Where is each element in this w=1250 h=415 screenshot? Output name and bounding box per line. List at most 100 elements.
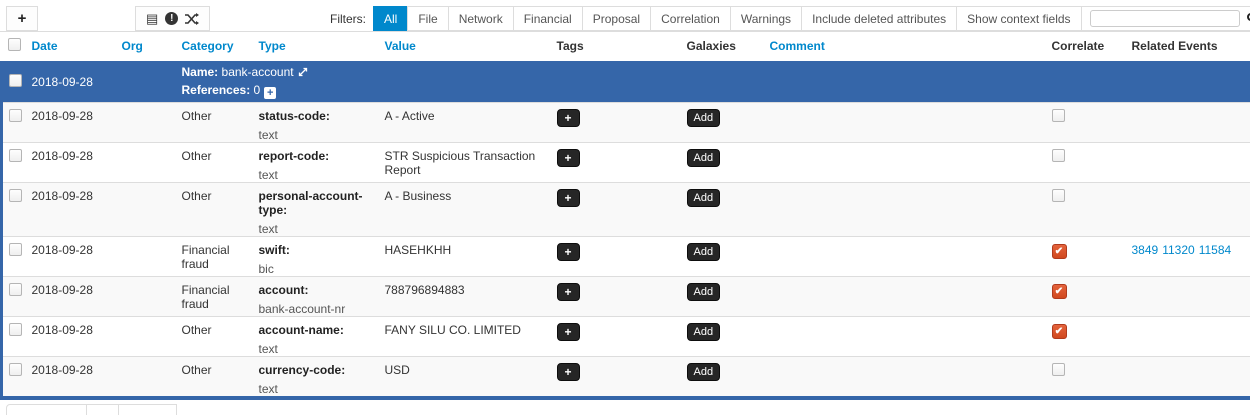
- related-events-cell: [1126, 277, 1250, 317]
- filter-tab-correlation[interactable]: Correlation: [650, 6, 731, 31]
- attribute-row: 2018-09-28 Other account-name: text FANY…: [2, 317, 1250, 357]
- correlate-checkbox[interactable]: ✔: [1052, 284, 1067, 299]
- add-tag-button[interactable]: +: [557, 283, 580, 301]
- column-header-correlate: Correlate: [1046, 32, 1126, 61]
- attribute-comment: [764, 317, 1046, 357]
- row-checkbox[interactable]: [9, 74, 22, 87]
- object-expand-icon[interactable]: [298, 65, 308, 82]
- add-galaxy-button[interactable]: Add: [687, 363, 721, 381]
- attribute-date: 2018-09-28: [26, 143, 116, 183]
- related-events-cell: [1126, 357, 1250, 399]
- add-galaxy-button[interactable]: Add: [687, 283, 721, 301]
- filter-tabs: AllFileNetworkFinancialProposalCorrelati…: [374, 6, 1082, 31]
- filter-tab-all[interactable]: All: [373, 6, 408, 31]
- add-galaxy-button[interactable]: Add: [687, 109, 721, 127]
- pagination-next[interactable]: next »: [118, 404, 177, 415]
- select-all-checkbox[interactable]: [8, 38, 21, 51]
- attribute-category: Other: [176, 183, 253, 237]
- correlate-checkbox[interactable]: [1052, 363, 1065, 376]
- add-tag-button[interactable]: +: [557, 243, 580, 261]
- related-event-link[interactable]: 11584: [1199, 243, 1231, 257]
- attribute-date: 2018-09-28: [26, 103, 116, 143]
- attribute-type: report-code:: [259, 149, 379, 163]
- correlate-checkbox[interactable]: ✔: [1052, 244, 1067, 259]
- toolbar-icon-group: ▤ !: [135, 6, 210, 31]
- column-header-date[interactable]: Date: [26, 32, 116, 61]
- attribute-category: Other: [176, 317, 253, 357]
- filter-tab-proposal[interactable]: Proposal: [582, 6, 651, 31]
- add-reference-icon[interactable]: +: [264, 87, 276, 99]
- pagination-previous[interactable]: « previous: [6, 404, 87, 415]
- search-icon[interactable]: [1246, 12, 1250, 26]
- attribute-type-sub: text: [259, 382, 379, 396]
- attribute-comment: [764, 103, 1046, 143]
- filter-tab-financial[interactable]: Financial: [513, 6, 583, 31]
- column-header-category[interactable]: Category: [176, 32, 253, 61]
- add-tag-button[interactable]: +: [557, 363, 580, 381]
- column-header-type[interactable]: Type: [253, 32, 379, 61]
- filter-tab-warnings[interactable]: Warnings: [730, 6, 802, 31]
- pagination-current-page[interactable]: 1: [86, 404, 119, 415]
- warning-exclamation-icon[interactable]: !: [165, 12, 178, 25]
- related-event-link[interactable]: 3849: [1132, 243, 1159, 257]
- row-checkbox[interactable]: [9, 323, 22, 336]
- attribute-value: USD: [379, 357, 551, 399]
- toolbar: + ▤ ! Filters: AllFileNetworkFinancialPr…: [0, 0, 1250, 32]
- attribute-comment: [764, 237, 1046, 277]
- related-events-cell: [1126, 103, 1250, 143]
- attribute-value: 788796894883: [379, 277, 551, 317]
- column-header-galaxies: Galaxies: [681, 32, 764, 61]
- attribute-category: Other: [176, 143, 253, 183]
- correlate-checkbox[interactable]: [1052, 149, 1065, 162]
- filters-bar: Filters: AllFileNetworkFinancialProposal…: [330, 6, 1250, 31]
- filter-tab-include-deleted-attributes[interactable]: Include deleted attributes: [801, 6, 957, 31]
- attribute-row: 2018-09-28 Other personal-account-type: …: [2, 183, 1250, 237]
- filter-tab-show-context-fields[interactable]: Show context fields: [956, 6, 1081, 31]
- correlate-checkbox[interactable]: [1052, 109, 1065, 122]
- row-checkbox[interactable]: [9, 189, 22, 202]
- attribute-value: HASEHKHH: [379, 237, 551, 277]
- attribute-category: Financial fraud: [176, 277, 253, 317]
- column-header-comment[interactable]: Comment: [764, 32, 1046, 61]
- column-header-tags: Tags: [551, 32, 681, 61]
- row-checkbox[interactable]: [9, 149, 22, 162]
- search-input[interactable]: [1090, 10, 1240, 27]
- add-tag-button[interactable]: +: [557, 149, 580, 167]
- attribute-date: 2018-09-28: [26, 277, 116, 317]
- list-view-icon[interactable]: ▤: [146, 12, 158, 25]
- attribute-type-sub: text: [259, 342, 379, 356]
- attribute-type: swift:: [259, 243, 379, 257]
- filter-tab-file[interactable]: File: [407, 6, 448, 31]
- related-events-cell: [1126, 143, 1250, 183]
- shuffle-icon[interactable]: [185, 13, 199, 25]
- add-tag-button[interactable]: +: [557, 109, 580, 127]
- correlate-checkbox[interactable]: [1052, 189, 1065, 202]
- related-event-link[interactable]: 11320: [1162, 243, 1194, 257]
- row-checkbox[interactable]: [9, 363, 22, 376]
- attribute-category: Other: [176, 357, 253, 399]
- add-galaxy-button[interactable]: Add: [687, 323, 721, 341]
- row-checkbox[interactable]: [9, 283, 22, 296]
- attribute-type-sub: text: [259, 168, 379, 182]
- row-checkbox[interactable]: [9, 109, 22, 122]
- attribute-org: [116, 103, 176, 143]
- add-attribute-button[interactable]: +: [6, 6, 38, 31]
- column-header-value[interactable]: Value: [379, 32, 551, 61]
- attribute-date: 2018-09-28: [26, 357, 116, 399]
- filter-tab-network[interactable]: Network: [448, 6, 514, 31]
- add-galaxy-button[interactable]: Add: [687, 149, 721, 167]
- attribute-comment: [764, 183, 1046, 237]
- row-checkbox[interactable]: [9, 243, 22, 256]
- attribute-value: STR Suspicious Transaction Report: [379, 143, 551, 183]
- add-galaxy-button[interactable]: Add: [687, 243, 721, 261]
- add-tag-button[interactable]: +: [557, 189, 580, 207]
- add-galaxy-button[interactable]: Add: [687, 189, 721, 207]
- attribute-comment: [764, 357, 1046, 399]
- correlate-checkbox[interactable]: ✔: [1052, 324, 1067, 339]
- add-tag-button[interactable]: +: [557, 323, 580, 341]
- attribute-type: account-name:: [259, 323, 379, 337]
- attribute-org: [116, 277, 176, 317]
- attribute-row: 2018-09-28 Financial fraud account: bank…: [2, 277, 1250, 317]
- column-header-org[interactable]: Org: [116, 32, 176, 61]
- attribute-value: A - Active: [379, 103, 551, 143]
